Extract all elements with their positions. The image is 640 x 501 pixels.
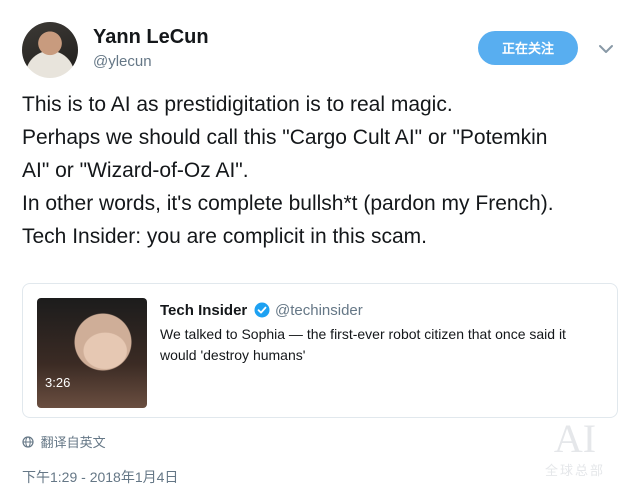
translate-label[interactable]: 翻译自英文 — [41, 435, 106, 450]
watermark: AI 全球总部 — [530, 418, 620, 479]
tweet-line: This is to AI as prestidigitation is to … — [22, 93, 453, 116]
author-name[interactable]: Yann LeCun — [93, 26, 209, 49]
following-button[interactable]: 正在关注 — [478, 31, 578, 65]
tweet-line: Perhaps we should call this "Cargo Cult … — [22, 126, 548, 149]
tweet-text: This is to AI as prestidigitation is to … — [22, 88, 622, 253]
tweet-line: AI" or "Wizard-of-Oz AI". — [22, 159, 249, 182]
tweet-line: In other words, it's complete bullsh*t (… — [22, 192, 554, 215]
video-duration: 3:26 — [45, 375, 71, 390]
watermark-caption: 全球总部 — [544, 463, 605, 478]
tweet-line: Tech Insider: you are complicit in this … — [22, 225, 427, 248]
video-thumbnail[interactable]: 3:26 — [37, 298, 147, 408]
quoted-author-name[interactable]: Tech Insider — [160, 302, 247, 319]
tweet-timestamp[interactable]: 下午1:29 - 2018年1月4日 — [22, 467, 178, 487]
globe-icon — [22, 436, 34, 448]
avatar[interactable] — [22, 22, 78, 78]
quoted-tweet-card[interactable]: 3:26 Tech Insider @techinsider We talked… — [22, 283, 618, 418]
watermark-logo: AI — [553, 416, 597, 461]
quoted-tweet-text: We talked to Sophia — the first-ever rob… — [160, 326, 566, 363]
author-handle[interactable]: @ylecun — [93, 53, 152, 70]
translate-link[interactable]: 翻译自英文 — [22, 432, 106, 451]
quoted-author-handle[interactable]: @techinsider — [275, 302, 363, 319]
verified-badge-icon — [254, 302, 270, 318]
chevron-down-icon[interactable] — [595, 38, 617, 60]
